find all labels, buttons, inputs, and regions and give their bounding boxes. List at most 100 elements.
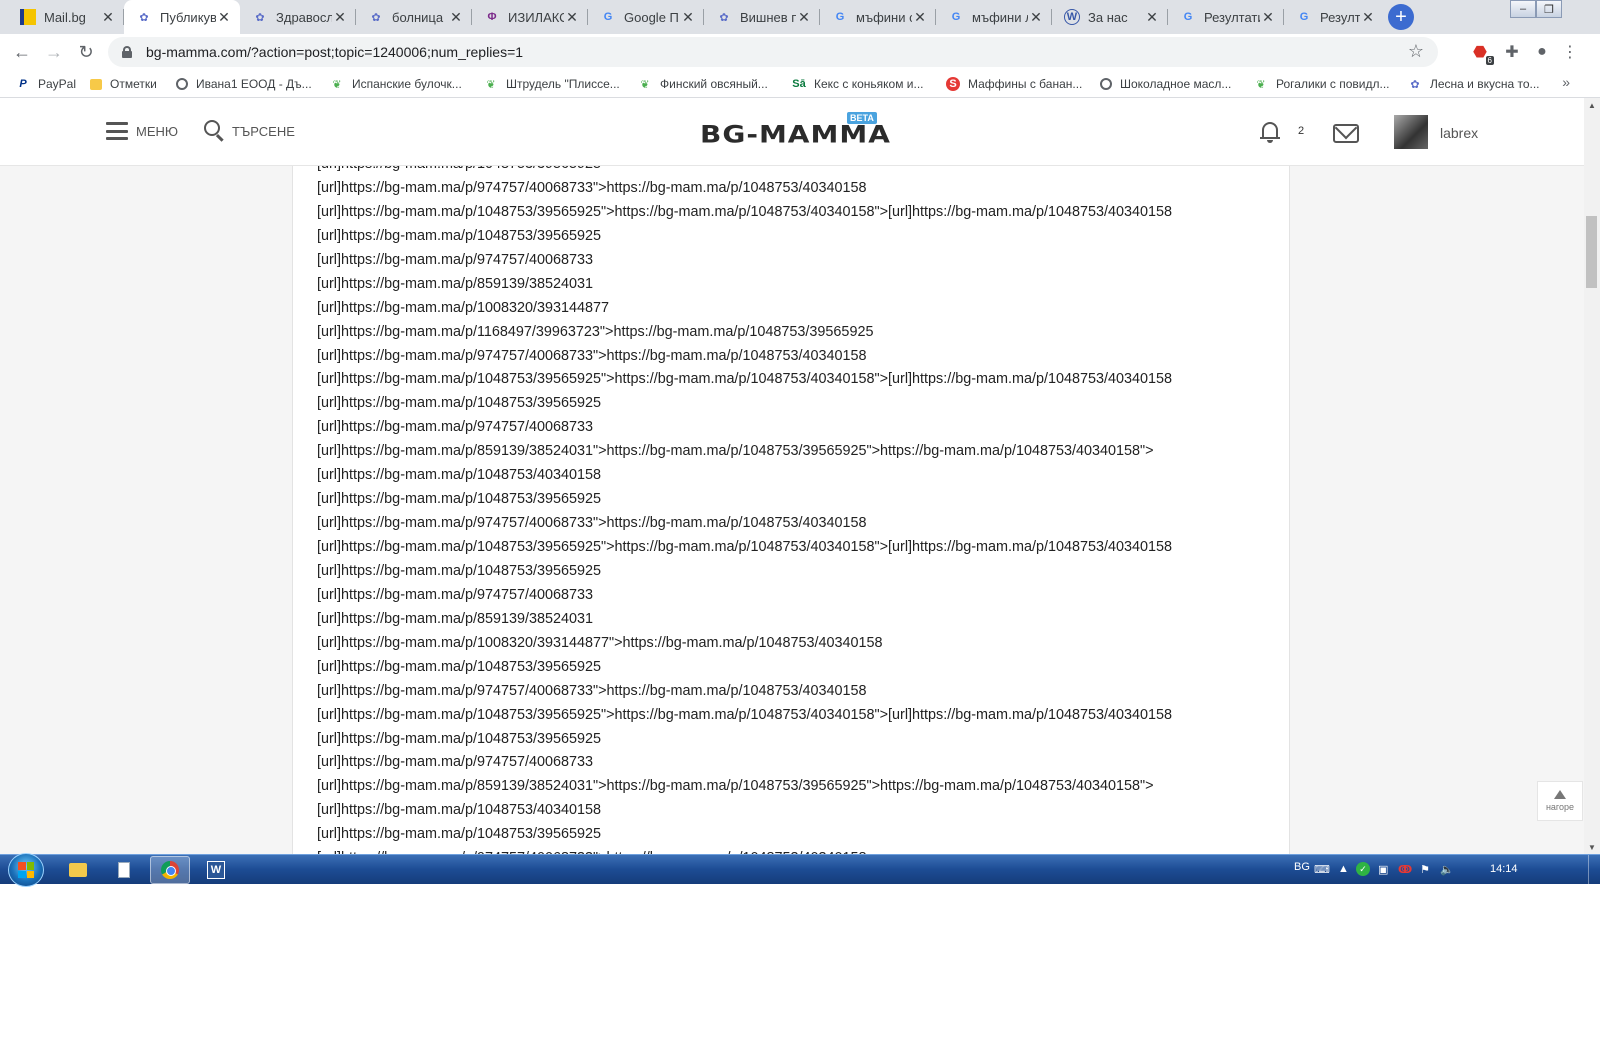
- leaf-icon: ❦: [332, 78, 342, 91]
- post-line: [url]https://bg-mam.ma/p/1048753/3956592…: [317, 826, 601, 843]
- tab-zdravosl[interactable]: ✿ Здравосл ✕: [240, 0, 356, 34]
- tab-title: За нас: [1088, 9, 1128, 25]
- bookmark-label: PayPal: [38, 77, 77, 91]
- star-icon[interactable]: ☆: [1408, 41, 1424, 62]
- profile-icon[interactable]: ●: [1530, 40, 1554, 64]
- bookmark-lesna[interactable]: ✿ Лесна и вкусна то...: [1408, 75, 1539, 93]
- close-icon[interactable]: ✕: [100, 9, 116, 25]
- show-desktop-button[interactable]: [1588, 855, 1600, 885]
- bg-mamma-icon: ✿: [719, 11, 729, 24]
- tab-mail-bg[interactable]: Mail.bg ✕: [8, 0, 124, 34]
- close-icon[interactable]: ✕: [1260, 9, 1276, 25]
- menu-button[interactable]: МЕНЮ: [106, 122, 178, 140]
- bookmark-otmetki[interactable]: Отметки: [90, 75, 157, 93]
- word-icon: W: [207, 861, 225, 879]
- close-icon[interactable]: ✕: [912, 9, 928, 25]
- tab-mafini-1[interactable]: G мъфини с ✕: [820, 0, 936, 34]
- start-button[interactable]: [8, 853, 44, 887]
- post-line: [url]https://bg-mam.ma/p/974757/40068733…: [317, 515, 867, 532]
- scroll-to-top-button[interactable]: нагоре: [1537, 781, 1583, 821]
- notepad-taskbar-button[interactable]: [104, 856, 144, 884]
- scroll-top-label: нагоре: [1545, 802, 1575, 812]
- site-header: МЕНЮ ТЪРСЕНЕ BG-MAMMA BETA 2 labrex: [0, 98, 1584, 166]
- tab-mafini-2[interactable]: G мъфини л ✕: [936, 0, 1052, 34]
- scrollbar-thumb[interactable]: [1586, 216, 1597, 288]
- bg-mamma-icon: ✿: [139, 11, 149, 24]
- language-indicator[interactable]: BG: [1294, 861, 1310, 873]
- post-line: [url]https://bg-mam.ma/p/974757/40068733…: [317, 682, 867, 699]
- post-line: [url]https://bg-mam.ma/p/1048753/3956592…: [317, 562, 601, 579]
- bookmark-rogaliki[interactable]: ❦ Рогалики с повидл...: [1254, 75, 1389, 93]
- new-tab-button[interactable]: +: [1388, 4, 1414, 30]
- network-icon[interactable]: ▣: [1378, 863, 1388, 876]
- screen: Mail.bg ✕ ✿ Публикув ✕ ✿ Здравосл ✕ ✿ бо…: [0, 0, 1600, 1060]
- tray-expand-icon[interactable]: ▲: [1338, 863, 1349, 875]
- keyboard-icon[interactable]: ⌨: [1314, 863, 1330, 876]
- reload-icon[interactable]: ↻: [72, 38, 100, 66]
- explorer-taskbar-button[interactable]: [58, 856, 98, 884]
- tab-bolnica[interactable]: ✿ болница ✕: [356, 0, 472, 34]
- restore-icon[interactable]: ❐: [1536, 0, 1562, 18]
- close-icon[interactable]: ✕: [332, 9, 348, 25]
- adobe-icon[interactable]: ↂ: [1398, 863, 1412, 876]
- tab-vishnev[interactable]: ✿ Вишнев п ✕: [704, 0, 820, 34]
- minimize-icon[interactable]: ‒: [1510, 0, 1536, 18]
- bookmark-maffiny[interactable]: S Маффины с банан...: [946, 75, 1082, 93]
- bookmark-paypal[interactable]: P PayPal: [16, 75, 76, 93]
- tab-rezultati-2[interactable]: G Резултати ✕: [1284, 0, 1384, 34]
- scroll-up-arrow-icon[interactable]: ▲: [1584, 98, 1600, 112]
- close-icon[interactable]: ✕: [1144, 9, 1160, 25]
- bookmark-shokoladnoe[interactable]: Шоколадное масл...: [1100, 75, 1231, 93]
- close-icon[interactable]: ✕: [680, 9, 696, 25]
- chrome-taskbar-button[interactable]: [150, 856, 190, 884]
- lock-icon: [122, 46, 132, 58]
- kebab-menu-icon[interactable]: ⋮: [1558, 40, 1582, 64]
- close-icon[interactable]: ✕: [448, 9, 464, 25]
- address-bar[interactable]: bg-mamma.com/?action=post;topic=1240006;…: [108, 37, 1438, 67]
- forward-arrow-icon[interactable]: →: [40, 38, 68, 66]
- wordpress-icon: W: [1064, 9, 1080, 25]
- antivirus-icon[interactable]: ✓: [1356, 862, 1370, 876]
- site-logo[interactable]: BG-MAMMA: [700, 120, 891, 148]
- word-taskbar-button[interactable]: W: [196, 856, 236, 884]
- envelope-icon[interactable]: [1333, 124, 1359, 143]
- tab-za-nas[interactable]: W За нас ✕: [1052, 0, 1168, 34]
- tab-izilaks[interactable]: Φ ИЗИЛАКС ✕: [472, 0, 588, 34]
- close-icon[interactable]: ✕: [216, 9, 232, 25]
- system-clock[interactable]: 14:14: [1490, 863, 1518, 875]
- google-icon: G: [1183, 11, 1193, 23]
- vertical-scrollbar[interactable]: ▲ ▼: [1584, 98, 1600, 854]
- close-icon[interactable]: ✕: [796, 9, 812, 25]
- sa-icon: Sā: [792, 78, 806, 90]
- action-center-flag-icon[interactable]: ⚑: [1420, 863, 1430, 876]
- search-button[interactable]: ТЪРСЕНЕ: [204, 120, 295, 142]
- volume-icon[interactable]: 🔈: [1440, 863, 1454, 876]
- tab-rezultati-1[interactable]: G Резултати ✕: [1168, 0, 1284, 34]
- scroll-down-arrow-icon[interactable]: ▼: [1584, 840, 1600, 854]
- extension-shield-icon[interactable]: ⬣ 6: [1468, 40, 1494, 65]
- bookmark-keks[interactable]: Sā Кекс с коньяком и...: [792, 75, 923, 93]
- bookmark-label: Шоколадное масл...: [1120, 77, 1232, 91]
- avatar[interactable]: [1394, 115, 1428, 149]
- tab-google-p[interactable]: G Google П ✕: [588, 0, 704, 34]
- system-tray: BG ⌨ ▲ ✓ ▣ ↂ ⚑ 🔈 14:14: [1280, 855, 1600, 885]
- puzzle-icon[interactable]: ✚: [1500, 40, 1524, 64]
- post-line: [url]https://bg-mam.ma/p/1048753/3956592…: [317, 706, 1173, 723]
- back-arrow-icon[interactable]: ←: [8, 38, 36, 66]
- bookmark-ivana1[interactable]: Иванa1 ЕООД - Дъ...: [176, 75, 312, 93]
- post-line: [url]https://bg-mam.ma/p/1008320/3931448…: [317, 299, 610, 316]
- bookmarks-more-icon[interactable]: »: [1562, 74, 1570, 90]
- bookmark-shtrudel[interactable]: ❦ Штрудель "Плиссе...: [484, 75, 619, 93]
- bg-mamma-icon: ✿: [1410, 78, 1420, 91]
- menu-label: МЕНЮ: [136, 123, 179, 139]
- bookmark-ispanskie[interactable]: ❦ Испанские булочк...: [330, 75, 461, 93]
- tab-publish[interactable]: ✿ Публикув ✕: [124, 0, 240, 34]
- windows-taskbar: W BG ⌨ ▲ ✓ ▣ ↂ ⚑ 🔈 14:14: [0, 853, 1600, 887]
- bookmark-finskiy[interactable]: ❦ Финский овсяный...: [638, 75, 767, 93]
- close-icon[interactable]: ✕: [1360, 9, 1376, 25]
- username[interactable]: labrex: [1440, 125, 1478, 141]
- close-icon[interactable]: ✕: [1028, 9, 1044, 25]
- browser-toolbar: ← → ↻ bg-mamma.com/?action=post;topic=12…: [0, 34, 1600, 70]
- close-icon[interactable]: ✕: [564, 9, 580, 25]
- mail-bg-icon: [20, 9, 36, 25]
